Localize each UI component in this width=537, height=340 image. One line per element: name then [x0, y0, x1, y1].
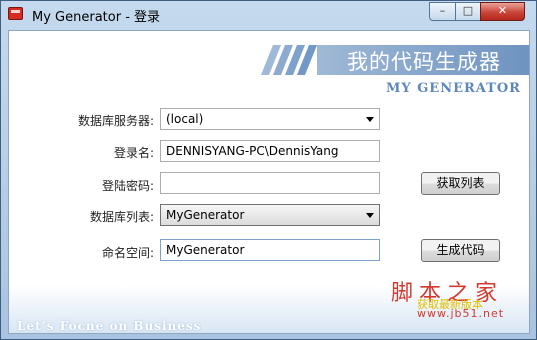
login-label: 登录名:	[113, 146, 154, 160]
namespace-label: 命名空间:	[101, 246, 154, 260]
get-list-button[interactable]: 获取列表	[421, 172, 500, 195]
close-button[interactable]: ✕	[480, 2, 525, 21]
server-label: 数据库服务器:	[77, 114, 154, 128]
maximize-button[interactable]: □	[455, 2, 481, 21]
watermark-url: www.jb51.net	[417, 307, 505, 320]
db-list-combobox[interactable]: MyGenerator	[160, 204, 380, 226]
namespace-input[interactable]: MyGenerator	[160, 239, 380, 261]
dropdown-arrow-icon[interactable]	[366, 117, 374, 122]
password-input[interactable]	[160, 172, 380, 194]
dropdown-arrow-icon[interactable]	[366, 213, 374, 218]
title-bar[interactable]: My Generator - 登录 – □ ✕	[1, 1, 536, 27]
db-list-label: 数据库列表:	[89, 210, 154, 224]
login-input[interactable]: DENNISYANG-PC\DennisYang	[160, 140, 380, 162]
banner-title: 我的代码生成器	[347, 50, 501, 74]
server-combobox[interactable]: (local)	[160, 108, 380, 130]
banner-subtitle: MY GENERATOR	[386, 81, 521, 96]
window-title: My Generator - 登录	[32, 10, 161, 25]
password-label: 登陆密码:	[101, 179, 154, 193]
app-icon	[8, 7, 23, 20]
db-list-value: MyGenerator	[166, 208, 245, 222]
banner-stripes	[261, 45, 317, 75]
minimize-button[interactable]: –	[429, 2, 456, 21]
server-value: (local)	[166, 112, 204, 126]
footer-slogan: Let’s Focne on Business	[17, 319, 202, 333]
client-area: 我的代码生成器 MY GENERATOR 数据库服务器: (local) 登录名…	[8, 30, 530, 334]
generate-code-button[interactable]: 生成代码	[421, 239, 500, 262]
app-window: My Generator - 登录 – □ ✕ 我的代码生成器 MY GENER…	[0, 0, 537, 340]
